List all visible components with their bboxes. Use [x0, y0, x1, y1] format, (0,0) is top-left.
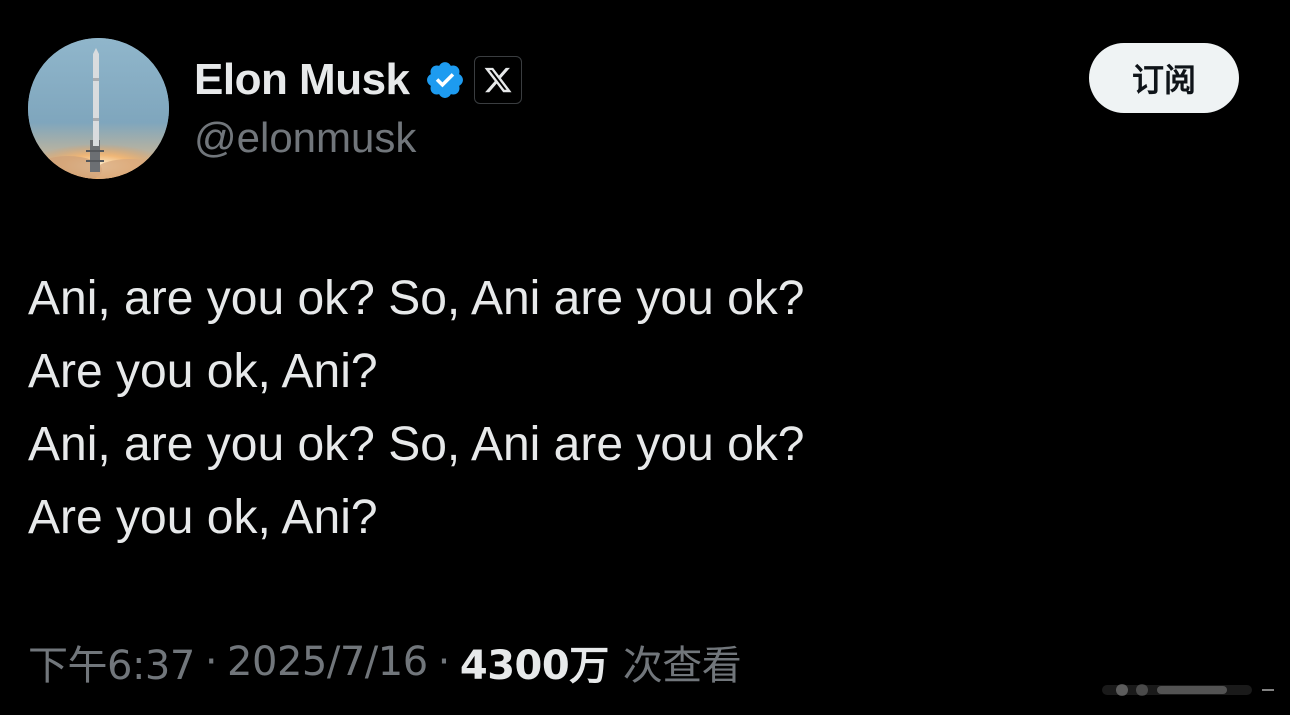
tweet-text: Ani, are you ok? So, Ani are you ok? Are… [28, 262, 1228, 554]
tweet-line: Are you ok, Ani? [28, 345, 378, 398]
author-handle[interactable]: @elonmusk [194, 114, 416, 162]
author-name-row: Elon Musk [194, 52, 522, 108]
meta-separator: · [437, 639, 451, 685]
tweet-line: Ani, are you ok? So, Ani are you ok? [28, 272, 805, 325]
views-label: 次查看 [622, 643, 742, 689]
meta-separator: · [204, 639, 218, 685]
watermark-image [1102, 675, 1282, 703]
tweet-line: Are you ok, Ani? [28, 491, 378, 544]
x-logo-icon[interactable] [473, 56, 522, 104]
tweet-meta: 下午6:37 · 2025/7/16 · 4300万 次查看 [28, 632, 742, 692]
rocket-launch-avatar [28, 38, 169, 179]
views-count[interactable]: 4300万 [460, 633, 609, 691]
verified-badge-icon[interactable] [424, 59, 466, 101]
tweet-time[interactable]: 下午6:37 [28, 633, 195, 691]
tweet-line: Ani, are you ok? So, Ani are you ok? [28, 418, 805, 471]
author-display-name[interactable]: Elon Musk [194, 55, 410, 105]
subscribe-button[interactable]: 订阅 [1089, 43, 1239, 113]
tweet-date[interactable]: 2025/7/16 [227, 639, 428, 685]
tweet-card: Elon Musk @elonmusk 订阅 Ani, are you ok? … [0, 0, 1290, 715]
avatar[interactable] [28, 38, 169, 179]
